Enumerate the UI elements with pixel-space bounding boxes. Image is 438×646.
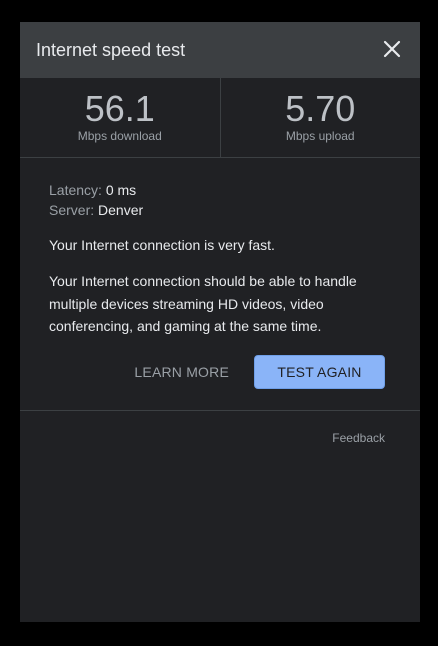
download-value: 56.1 xyxy=(84,88,155,129)
dialog-actions: LEARN MORE TEST AGAIN xyxy=(20,354,420,389)
speed-verdict: Your Internet connection is very fast. xyxy=(49,237,275,253)
upload-value: 5.70 xyxy=(285,88,356,129)
speed-test-dialog: Internet speed test 56.1 Mbps download 5… xyxy=(20,22,420,622)
speed-detail: Your Internet connection should be able … xyxy=(49,273,357,334)
feedback-row: Feedback xyxy=(20,431,420,445)
upload-result: 5.70 Mbps upload xyxy=(221,78,421,157)
server-value: Denver xyxy=(98,202,144,218)
learn-more-button[interactable]: LEARN MORE xyxy=(134,364,229,380)
latency-line: Latency: 0 ms xyxy=(49,180,385,200)
close-button[interactable] xyxy=(382,39,402,59)
divider xyxy=(20,409,420,411)
feedback-link[interactable]: Feedback xyxy=(332,431,385,445)
download-unit: Mbps download xyxy=(77,129,162,143)
server-line: Server: Denver xyxy=(49,200,385,220)
dialog-title: Internet speed test xyxy=(36,39,186,60)
dialog-header: Internet speed test xyxy=(20,22,420,78)
server-label: Server: xyxy=(49,202,95,218)
upload-unit: Mbps upload xyxy=(285,129,355,143)
download-result: 56.1 Mbps download xyxy=(20,78,221,157)
latency-label: Latency: xyxy=(49,182,102,198)
test-again-button[interactable]: TEST AGAIN xyxy=(254,354,385,389)
latency-value: 0 ms xyxy=(105,182,137,198)
close-icon xyxy=(383,40,401,58)
connection-info: Latency: 0 ms Server: Denver Your Intern… xyxy=(20,158,420,338)
speed-results: 56.1 Mbps download 5.70 Mbps upload xyxy=(20,78,420,158)
